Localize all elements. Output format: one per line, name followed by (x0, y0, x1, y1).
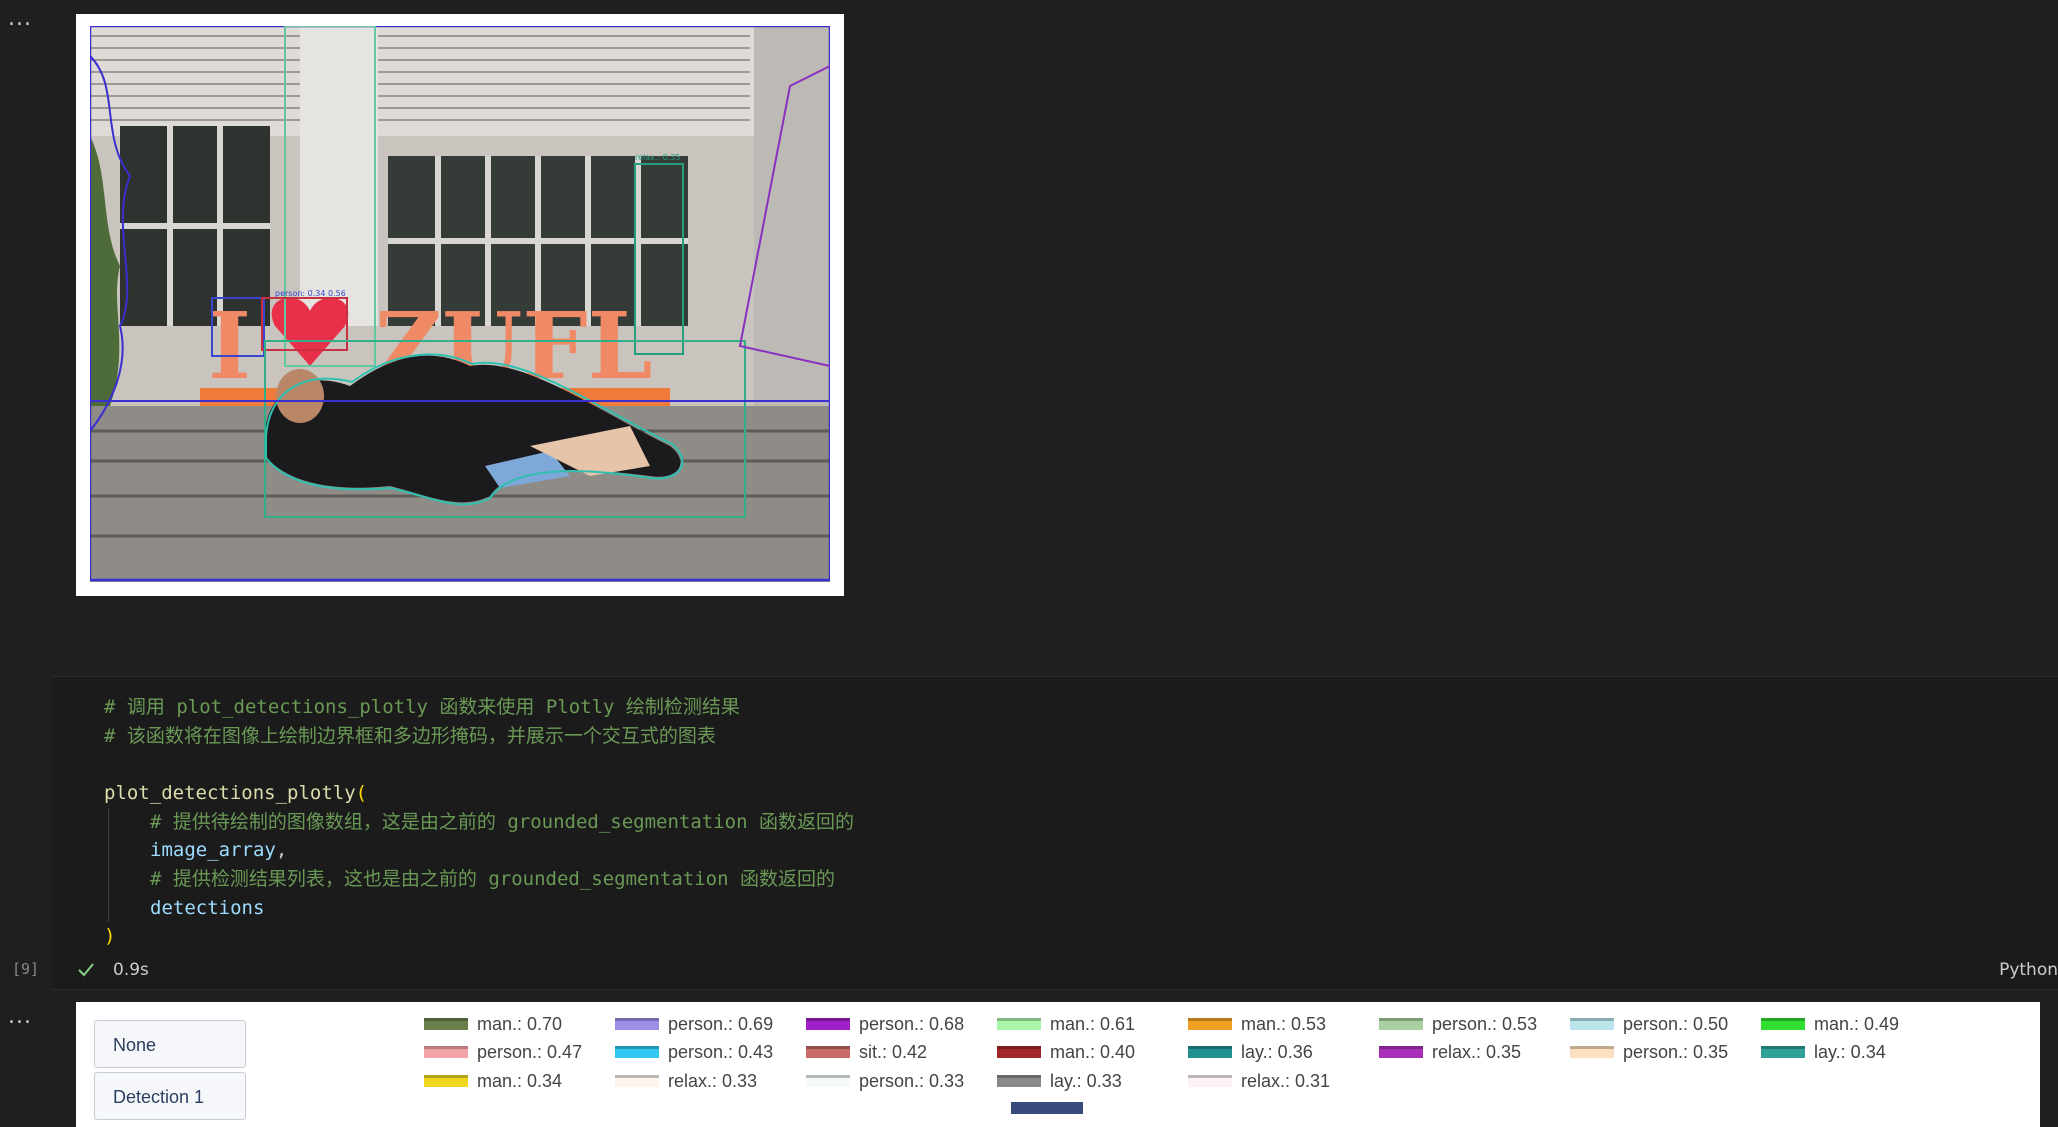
code-arg-2: detections (150, 894, 264, 922)
legend-label: sit.: 0.42 (859, 1041, 928, 1062)
check-icon (78, 963, 94, 977)
legend-item[interactable]: relax.: 0.33 (615, 1069, 757, 1093)
function-name: plot_detections_plotly (104, 782, 356, 804)
legend-item[interactable]: person.: 0.35 (1570, 1040, 1728, 1064)
output-more-button[interactable]: ... (8, 1006, 32, 1032)
legend-swatch (615, 1046, 659, 1058)
cell-more-button[interactable]: ... (8, 8, 32, 34)
legend-item[interactable]: man.: 0.34 (424, 1069, 562, 1093)
legend-swatch (1188, 1075, 1232, 1087)
legend-swatch (1761, 1046, 1805, 1058)
legend-item[interactable]: person.: 0.33 (806, 1069, 964, 1093)
legend-swatch (615, 1018, 659, 1030)
code-comment-3: # 提供待绘制的图像数组，这是由之前的 grounded_segmentatio… (150, 811, 854, 833)
legend-swatch (806, 1075, 850, 1087)
button-detection-1[interactable]: Detection 1 (94, 1072, 246, 1120)
legend-label: man.: 0.49 (1814, 1013, 1900, 1034)
code-arg-1: image_array, (150, 836, 287, 864)
legend-swatch (1570, 1018, 1614, 1030)
legend-label: relax.: 0.35 (1432, 1041, 1522, 1062)
legend-label: person.: 0.33 (859, 1070, 965, 1091)
open-paren: ( (355, 782, 368, 804)
legend-label: person.: 0.47 (477, 1041, 583, 1062)
legend-swatch (424, 1046, 468, 1058)
legend-label: lay.: 0.36 (1241, 1041, 1313, 1062)
code-comment-4: # 提供检测结果列表，这也是由之前的 grounded_segmentation… (150, 868, 835, 890)
legend-label: relax.: 0.33 (668, 1070, 758, 1091)
legend-swatch (424, 1075, 468, 1087)
legend-swatch (997, 1075, 1041, 1087)
legend-label: lay.: 0.34 (1814, 1041, 1886, 1062)
legend-label: man.: 0.61 (1050, 1013, 1136, 1034)
legend-item[interactable]: sit.: 0.42 (806, 1040, 927, 1064)
execution-time: 0.9s (113, 960, 149, 980)
legend-swatch (806, 1046, 850, 1058)
arg-detections: detections (150, 897, 265, 919)
comma: , (275, 839, 288, 861)
legend-swatch (1188, 1046, 1232, 1058)
plot-thumbnail (1011, 1102, 1083, 1114)
close-paren: ) (104, 925, 116, 947)
legend-item[interactable]: lay.: 0.33 (997, 1069, 1122, 1093)
execution-count: [9] (12, 960, 40, 978)
legend-label: lay.: 0.33 (1050, 1070, 1122, 1091)
box-label-a: relax.: 0.35 (635, 153, 681, 162)
legend-label: person.: 0.69 (668, 1013, 774, 1034)
legend-label: person.: 0.35 (1623, 1041, 1729, 1062)
legend-swatch (1379, 1046, 1423, 1058)
legend-item[interactable]: person.: 0.50 (1570, 1012, 1728, 1036)
legend-item[interactable]: person.: 0.68 (806, 1012, 964, 1036)
legend-label: man.: 0.53 (1241, 1013, 1327, 1034)
legend-label: man.: 0.70 (477, 1013, 563, 1034)
legend-item[interactable]: person.: 0.53 (1379, 1012, 1537, 1036)
legend-item[interactable]: relax.: 0.35 (1379, 1040, 1521, 1064)
legend-label: person.: 0.50 (1623, 1013, 1729, 1034)
legend-item[interactable]: person.: 0.69 (615, 1012, 773, 1036)
svg-text:I: I (208, 292, 251, 400)
legend-label: man.: 0.34 (477, 1070, 563, 1091)
legend-item[interactable]: man.: 0.49 (1761, 1012, 1899, 1036)
indent-guide (108, 808, 109, 922)
code-call-line: plot_detections_plotly( (104, 779, 367, 807)
box-label-b: person: 0.34 0.56 (275, 289, 346, 298)
legend-swatch (1570, 1046, 1614, 1058)
legend-swatch (806, 1018, 850, 1030)
legend-item[interactable]: person.: 0.43 (615, 1040, 773, 1064)
legend-label: relax.: 0.31 (1241, 1070, 1331, 1091)
kernel-language[interactable]: Python (1999, 960, 2058, 980)
legend-item[interactable]: man.: 0.70 (424, 1012, 562, 1036)
legend-item[interactable]: relax.: 0.31 (1188, 1069, 1330, 1093)
legend-label: person.: 0.43 (668, 1041, 774, 1062)
legend-item[interactable]: lay.: 0.36 (1188, 1040, 1313, 1064)
code-comment-1: # 调用 plot_detections_plotly 函数来使用 Plotly… (104, 696, 740, 718)
legend-item[interactable]: man.: 0.61 (997, 1012, 1135, 1036)
annotated-photo: I ZUFL relax.: 0.35 person: 0.34 0.56 (90, 26, 830, 582)
legend-swatch (997, 1018, 1041, 1030)
legend-swatch (1761, 1018, 1805, 1030)
button-none[interactable]: None (94, 1020, 246, 1068)
detection-output-image: I ZUFL relax.: 0.35 person: 0.34 0.56 (76, 14, 844, 596)
legend-label: man.: 0.40 (1050, 1041, 1136, 1062)
legend-swatch (997, 1046, 1041, 1058)
arg-image-array: image_array (150, 839, 276, 861)
legend-label: person.: 0.68 (859, 1013, 965, 1034)
legend-item[interactable]: person.: 0.47 (424, 1040, 582, 1064)
legend-swatch (424, 1018, 468, 1030)
code-comment-2: # 该函数将在图像上绘制边界框和多边形掩码，并展示一个交互式的图表 (104, 725, 716, 747)
legend-item[interactable]: man.: 0.40 (997, 1040, 1135, 1064)
legend-swatch (1379, 1018, 1423, 1030)
legend-item[interactable]: man.: 0.53 (1188, 1012, 1326, 1036)
legend-swatch (1188, 1018, 1232, 1030)
legend-label: person.: 0.53 (1432, 1013, 1538, 1034)
legend-item[interactable]: lay.: 0.34 (1761, 1040, 1886, 1064)
legend-swatch (615, 1075, 659, 1087)
